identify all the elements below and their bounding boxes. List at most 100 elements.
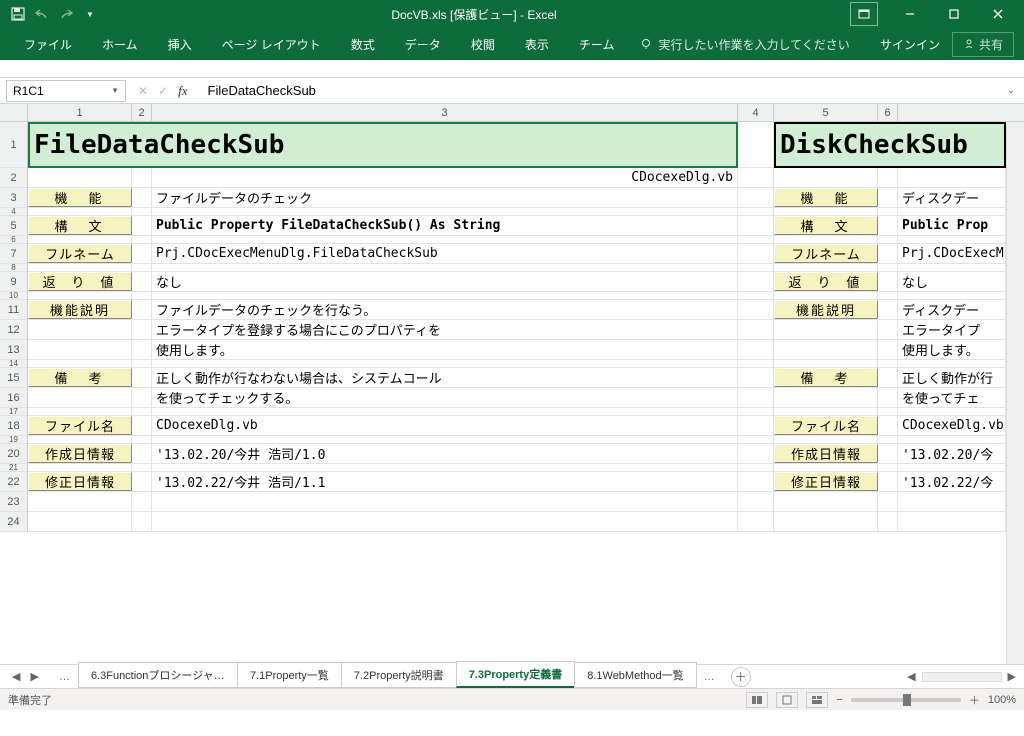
cell-remarks2-r[interactable]: を使ってチェ (898, 388, 1006, 407)
worksheet-area[interactable]: 1 2 3 4 5 6 7 8 9 10 11 12 13 14 15 16 1… (0, 122, 1024, 664)
sheet-tab[interactable]: 7.1Property一覧 (237, 662, 342, 688)
tab-review[interactable]: 校閲 (457, 30, 509, 59)
cell-remarks[interactable]: 正しく動作が行なわない場合は、システムコール (152, 368, 738, 387)
enter-formula-icon[interactable]: ✓ (158, 84, 168, 98)
scroll-left-icon[interactable]: ◀ (907, 670, 915, 683)
row-header[interactable]: 8 (0, 264, 27, 272)
cell-title-right[interactable]: DiskCheckSub (774, 122, 1006, 168)
horizontal-scrollbar[interactable]: ◀ ▶ (751, 670, 1024, 683)
cell-desc3-r[interactable]: 使用します。 (898, 340, 1006, 359)
tell-me-search[interactable]: 実行したい作業を入力してください (630, 32, 859, 57)
save-icon[interactable] (10, 6, 26, 22)
sheet-tab[interactable]: 8.1WebMethod一覧 (574, 662, 696, 688)
row-header[interactable]: 6 (0, 236, 27, 244)
tab-view[interactable]: 表示 (511, 30, 563, 59)
col-header[interactable]: 1 (28, 104, 132, 121)
maximize-button[interactable] (934, 2, 974, 26)
row-header[interactable]: 20 (0, 444, 27, 464)
cell-modified[interactable]: '13.02.22/今井 浩司/1.1 (152, 472, 738, 491)
row-header[interactable]: 10 (0, 292, 27, 300)
cell-desc[interactable]: ファイルデータのチェックを行なう。 (152, 300, 738, 319)
label-fullname-r[interactable]: フルネーム (774, 244, 878, 263)
cell-source-file[interactable]: CDocexeDlg.vb (152, 168, 738, 187)
fx-icon[interactable]: fx (178, 83, 187, 99)
scroll-right-icon[interactable]: ▶ (1008, 670, 1016, 683)
cell-function[interactable]: ファイルデータのチェック (152, 188, 738, 207)
label-return-r[interactable]: 返 り 値 (774, 272, 878, 291)
cell-fullname-r[interactable]: Prj.CDocExecM (898, 244, 1006, 263)
col-header[interactable]: 6 (878, 104, 898, 121)
row-header[interactable]: 21 (0, 464, 27, 472)
view-page-layout-icon[interactable] (776, 692, 798, 708)
add-sheet-button[interactable]: ＋ (731, 667, 751, 687)
close-button[interactable] (978, 2, 1018, 26)
label-modified-r[interactable]: 修正日情報 (774, 472, 878, 491)
ribbon-display-options-icon[interactable] (850, 2, 878, 26)
label-file[interactable]: ファイル名 (28, 416, 132, 435)
cell-created[interactable]: '13.02.20/今井 浩司/1.0 (152, 444, 738, 463)
row-header[interactable]: 11 (0, 300, 27, 320)
label-return[interactable]: 返 り 値 (28, 272, 132, 291)
cell-fullname[interactable]: Prj.CDocExecMenuDlg.FileDataCheckSub (152, 244, 738, 263)
cancel-formula-icon[interactable]: ✕ (138, 84, 148, 98)
label-created-r[interactable]: 作成日情報 (774, 444, 878, 463)
cell-file-r[interactable]: CDocexeDlg.vb (898, 416, 1006, 435)
vertical-scrollbar[interactable] (1006, 122, 1024, 664)
cell-remarks2[interactable]: を使ってチェックする。 (152, 388, 738, 407)
tab-team[interactable]: チーム (565, 30, 629, 59)
label-created[interactable]: 作成日情報 (28, 444, 132, 463)
label-syntax[interactable]: 構 文 (28, 216, 132, 235)
expand-formula-bar-icon[interactable]: ⌄ (1006, 85, 1024, 96)
cell-file[interactable]: CDocexeDlg.vb (152, 416, 738, 435)
tab-formulas[interactable]: 数式 (337, 30, 389, 59)
col-header[interactable]: 4 (738, 104, 774, 121)
zoom-slider[interactable] (851, 698, 961, 702)
row-header[interactable]: 5 (0, 216, 27, 236)
sheet-tab[interactable]: 6.3Functionプロシージャ定義書 (78, 662, 238, 688)
label-modified[interactable]: 修正日情報 (28, 472, 132, 491)
zoom-in-button[interactable]: ＋ (969, 692, 980, 708)
tab-page-layout[interactable]: ページ レイアウト (208, 30, 335, 59)
cell-desc2[interactable]: エラータイプを登録する場合にこのプロパティを (152, 320, 738, 339)
minimize-button[interactable] (890, 2, 930, 26)
share-button[interactable]: 共有 (952, 32, 1014, 57)
tabs-ellipsis-right[interactable]: … (696, 671, 723, 683)
row-header[interactable]: 22 (0, 472, 27, 492)
col-header[interactable]: 5 (774, 104, 878, 121)
label-remarks-r[interactable]: 備 考 (774, 368, 878, 387)
cell-syntax-r[interactable]: Public Prop (898, 216, 1006, 235)
formula-input[interactable] (200, 80, 1006, 102)
row-header[interactable]: 1 (0, 122, 27, 168)
view-page-break-icon[interactable] (806, 692, 828, 708)
label-function[interactable]: 機 能 (28, 188, 132, 207)
cell-function-r[interactable]: ディスクデー (898, 188, 1006, 207)
label-file-r[interactable]: ファイル名 (774, 416, 878, 435)
row-header[interactable]: 12 (0, 320, 27, 340)
chevron-down-icon[interactable]: ▼ (111, 86, 119, 95)
zoom-level[interactable]: 100% (988, 694, 1016, 706)
row-header[interactable]: 7 (0, 244, 27, 264)
sheet-tab[interactable]: 7.2Property説明書 (341, 662, 457, 688)
zoom-out-button[interactable]: − (836, 694, 842, 706)
tab-scroll-left-icon[interactable]: ◀ (12, 670, 20, 683)
label-syntax-r[interactable]: 構 文 (774, 216, 878, 235)
label-function-r[interactable]: 機 能 (774, 188, 878, 207)
tabs-ellipsis-left[interactable]: … (51, 671, 78, 683)
tab-data[interactable]: データ (391, 30, 455, 59)
label-desc[interactable]: 機能説明 (28, 300, 132, 319)
col-header[interactable]: 3 (152, 104, 738, 121)
cell-desc2-r[interactable]: エラータイプ (898, 320, 1006, 339)
row-header[interactable]: 19 (0, 436, 27, 444)
cells-area[interactable]: FileDataCheckSub DiskCheckSub CDocexeDlg… (28, 122, 1024, 532)
label-fullname[interactable]: フルネーム (28, 244, 132, 263)
cell-modified-r[interactable]: '13.02.22/今 (898, 472, 1006, 491)
row-header[interactable]: 2 (0, 168, 27, 188)
row-header[interactable]: 16 (0, 388, 27, 408)
sheet-tab-active[interactable]: 7.3Property定義書 (456, 661, 576, 688)
cell-remarks-r[interactable]: 正しく動作が行 (898, 368, 1006, 387)
row-header[interactable]: 23 (0, 492, 27, 512)
label-desc-r[interactable]: 機能説明 (774, 300, 878, 319)
name-box[interactable]: R1C1 ▼ (6, 80, 126, 102)
redo-icon[interactable] (58, 6, 74, 22)
tab-insert[interactable]: 挿入 (154, 30, 206, 59)
